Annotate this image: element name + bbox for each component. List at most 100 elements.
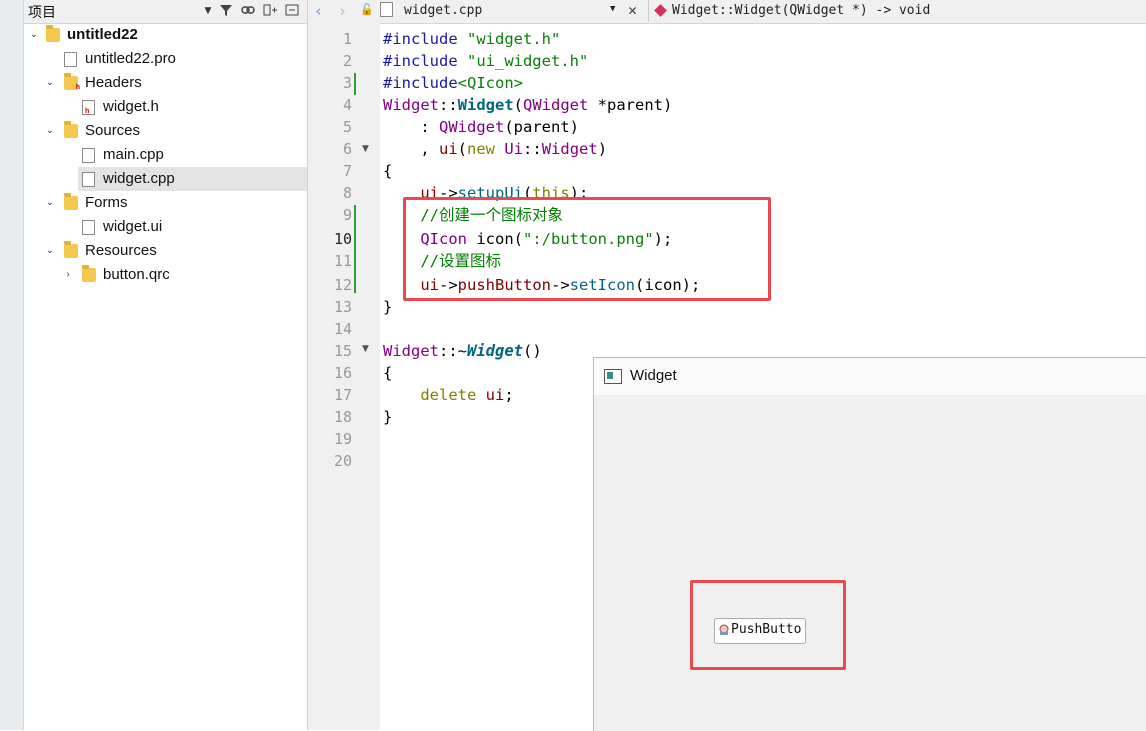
- header-file-icon: h: [82, 100, 95, 115]
- line-number: 5: [342, 118, 352, 136]
- tree-item-label: untitled22: [67, 26, 138, 43]
- link-icon[interactable]: [240, 3, 256, 19]
- chevron-right-icon[interactable]: ›: [62, 263, 74, 287]
- tree-item-button-qrc[interactable]: › button.qrc: [24, 263, 307, 287]
- sources-folder-icon: [64, 121, 78, 138]
- fold-icon[interactable]: ▼: [362, 144, 369, 154]
- project-pane: 项目 ▼ ⌄ untitled22 untitled22.pro ⌄ h Hea…: [24, 0, 308, 730]
- line-number: 12: [333, 276, 352, 294]
- push-button[interactable]: PushButto: [714, 618, 806, 644]
- code-line: #include "ui_widget.h": [383, 52, 589, 70]
- line-number: 13: [333, 298, 352, 316]
- close-pane-icon[interactable]: [284, 3, 300, 19]
- file-icon: [380, 2, 393, 17]
- widget-window[interactable]: Widget PushButto: [593, 357, 1146, 731]
- modified-marker: [354, 205, 356, 293]
- code-line: Widget::Widget(QWidget *parent): [383, 96, 673, 114]
- line-number: 14: [333, 320, 352, 338]
- line-number: 6: [342, 140, 352, 158]
- code-line: #include "widget.h": [383, 30, 561, 48]
- resources-folder-icon: [64, 241, 78, 258]
- forms-folder-icon: [64, 193, 78, 210]
- close-file-icon[interactable]: ✕: [628, 1, 637, 19]
- tree-item-widget-ui[interactable]: widget.ui: [24, 215, 307, 239]
- window-titlebar[interactable]: Widget: [594, 358, 1146, 395]
- project-folder-icon: [46, 25, 60, 42]
- toolbar-divider: [648, 0, 649, 22]
- chevron-down-icon[interactable]: ⌄: [44, 119, 56, 143]
- qrc-file-icon: [82, 265, 96, 282]
- file-tab[interactable]: widget.cpp: [404, 3, 482, 18]
- headers-folder-icon: h: [64, 73, 80, 91]
- line-number: 2: [342, 52, 352, 70]
- tree-item-pro-file[interactable]: untitled22.pro: [24, 47, 307, 71]
- tree-item-resources[interactable]: ⌄ Resources: [24, 239, 307, 263]
- code-line: : QWidget(parent): [383, 118, 579, 136]
- pro-file-icon: [64, 52, 77, 67]
- tree-item-main-cpp[interactable]: main.cpp: [24, 143, 307, 167]
- form-file-icon: [82, 220, 95, 235]
- line-number: 17: [333, 386, 352, 404]
- modified-marker: [354, 73, 356, 95]
- line-number: 8: [342, 184, 352, 202]
- line-number: 3: [342, 74, 352, 92]
- line-number: 18: [333, 408, 352, 426]
- method-symbol-icon: [654, 4, 667, 17]
- line-number: 20: [333, 452, 352, 470]
- tree-item-label: Resources: [85, 242, 157, 259]
- project-toolbar: 项目 ▼: [24, 0, 307, 24]
- tree-item-widget-cpp[interactable]: widget.cpp: [78, 167, 307, 191]
- line-number: 9: [342, 206, 352, 224]
- code-line: {: [383, 364, 393, 382]
- line-number: 19: [333, 430, 352, 448]
- tree-item-label: button.qrc: [103, 266, 170, 283]
- chevron-down-icon[interactable]: ⌄: [44, 239, 56, 263]
- tree-item-sources[interactable]: ⌄ Sources: [24, 119, 307, 143]
- tree-item-label: widget.h: [103, 98, 159, 115]
- chevron-down-icon[interactable]: ⌄: [44, 191, 56, 215]
- dropdown-icon[interactable]: ▼: [200, 3, 216, 19]
- code-line: #include<QIcon>: [383, 74, 523, 92]
- forward-icon[interactable]: ›: [338, 2, 347, 20]
- tree-item-label: Sources: [85, 122, 141, 139]
- back-icon[interactable]: ‹: [314, 2, 323, 20]
- highlight-box: [403, 197, 771, 301]
- tree-item-headers[interactable]: ⌄ h Headers: [24, 71, 307, 95]
- code-line: delete ui;: [420, 386, 514, 404]
- file-dropdown-icon[interactable]: ▼: [610, 4, 615, 14]
- code-line: Widget::~Widget(): [383, 342, 542, 360]
- source-file-icon: [82, 172, 95, 187]
- lock-icon: 🔓: [360, 3, 374, 16]
- tree-item-widget-h[interactable]: h widget.h: [24, 95, 307, 119]
- editor-toolbar: ‹ › 🔓 widget.cpp ▼ ✕ Widget::Widget(QWid…: [308, 0, 1146, 24]
- tree-item-label: widget.cpp: [103, 170, 175, 187]
- split-icon[interactable]: [262, 3, 278, 19]
- tree-item-label: untitled22.pro: [85, 50, 176, 67]
- mode-sidebar[interactable]: [0, 0, 24, 730]
- push-button-label: PushButto: [731, 622, 802, 637]
- symbol-selector[interactable]: Widget::Widget(QWidget *) -> void: [672, 3, 930, 18]
- line-number: 11: [333, 252, 352, 270]
- line-number: 1: [342, 30, 352, 48]
- line-number: 16: [333, 364, 352, 382]
- code-line: }: [383, 408, 393, 426]
- tree-item-label: main.cpp: [103, 146, 164, 163]
- code-line: , ui(new Ui::Widget): [383, 140, 608, 158]
- window-icon: [604, 369, 622, 384]
- line-number: 7: [342, 162, 352, 180]
- chevron-down-icon[interactable]: ⌄: [28, 23, 40, 47]
- source-file-icon: [82, 148, 95, 163]
- line-number: 10: [333, 230, 352, 248]
- window-title: Widget: [630, 367, 677, 384]
- fold-icon[interactable]: ▼: [362, 344, 369, 354]
- chevron-down-icon[interactable]: ⌄: [44, 71, 56, 95]
- button-icon: [718, 624, 730, 636]
- project-pane-title: 项目: [28, 5, 56, 21]
- tree-item-label: widget.ui: [103, 218, 163, 235]
- tree-item-label: Forms: [85, 194, 128, 211]
- tree-item-forms[interactable]: ⌄ Forms: [24, 191, 307, 215]
- filter-icon[interactable]: [218, 3, 234, 19]
- code-line: {: [383, 162, 393, 180]
- tree-item-project[interactable]: ⌄ untitled22: [24, 23, 307, 47]
- line-number: 15: [333, 342, 352, 360]
